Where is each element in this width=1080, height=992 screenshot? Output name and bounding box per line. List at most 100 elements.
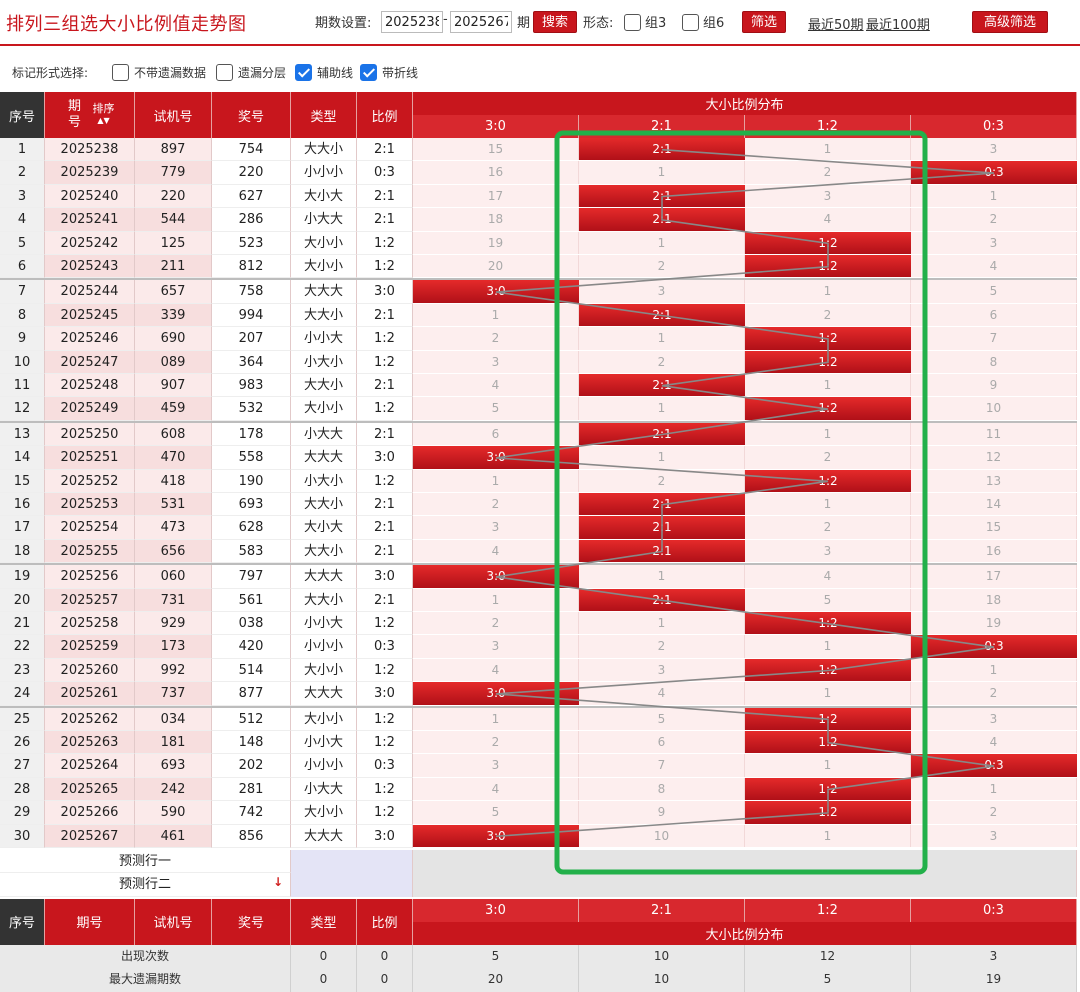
dist-miss-cell: 8 bbox=[579, 777, 745, 801]
row-period: 2025248 bbox=[45, 374, 135, 398]
dist-miss-cell: 1 bbox=[745, 138, 911, 161]
row-ratio: 1:2 bbox=[357, 801, 413, 825]
row-type: 大大小 bbox=[291, 138, 357, 162]
dist-miss-cell: 1 bbox=[911, 777, 1077, 801]
row-seq: 6 bbox=[0, 255, 45, 279]
row-period: 2025252 bbox=[45, 469, 135, 493]
row-ratio: 0:3 bbox=[357, 754, 413, 778]
header-period-label: 期号 bbox=[67, 99, 81, 130]
dist-hit-cell: 0:3 bbox=[911, 635, 1077, 658]
dist-hit-cell: 1:2 bbox=[745, 731, 911, 754]
row-type: 大大大 bbox=[291, 682, 357, 706]
dist-hit-cell: 0:3 bbox=[911, 161, 1077, 184]
row-seq: 28 bbox=[0, 777, 45, 802]
row-trial: 608 bbox=[135, 422, 212, 447]
dist-hit-cell: 2:1 bbox=[579, 493, 745, 516]
row-ratio: 2:1 bbox=[357, 374, 413, 398]
stat-value: 5 bbox=[413, 944, 579, 969]
row-type: 大小大 bbox=[291, 184, 357, 209]
row-period: 2025263 bbox=[45, 731, 135, 755]
dist-hit-cell: 2:1 bbox=[579, 422, 745, 446]
dist-hit-cell: 1:2 bbox=[745, 397, 911, 420]
row-period: 2025258 bbox=[45, 612, 135, 636]
dist-miss-cell: 7 bbox=[579, 754, 745, 777]
row-type: 小小小 bbox=[291, 161, 357, 185]
row-type: 大小小 bbox=[291, 707, 357, 731]
row-period: 2025256 bbox=[45, 565, 135, 589]
dist-miss-cell: 4 bbox=[579, 682, 745, 705]
row-trial: 897 bbox=[135, 138, 212, 162]
row-award: 627 bbox=[212, 184, 291, 209]
row-seq: 25 bbox=[0, 707, 45, 731]
dist-miss-cell: 2 bbox=[413, 327, 579, 350]
dist-miss-cell: 17 bbox=[911, 565, 1077, 588]
dist-miss-cell: 1 bbox=[911, 658, 1077, 682]
predict-row-2-input[interactable] bbox=[291, 873, 413, 897]
header-seq: 序号 bbox=[0, 92, 45, 138]
footer-header-dist-col: 3:0 bbox=[413, 898, 579, 922]
dist-miss-cell: 2 bbox=[413, 612, 579, 635]
row-ratio: 3:0 bbox=[357, 565, 413, 589]
row-ratio: 2:1 bbox=[357, 516, 413, 540]
row-seq: 5 bbox=[0, 231, 45, 255]
footer-header-trial: 试机号 bbox=[135, 898, 212, 945]
row-type: 小大大 bbox=[291, 777, 357, 802]
dist-miss-cell: 1 bbox=[745, 824, 911, 847]
dist-miss-cell: 16 bbox=[413, 161, 579, 184]
row-ratio: 2:1 bbox=[357, 422, 413, 447]
row-trial: 657 bbox=[135, 280, 212, 304]
row-award: 038 bbox=[212, 612, 291, 636]
row-trial: 242 bbox=[135, 777, 212, 802]
row-seq: 12 bbox=[0, 397, 45, 421]
row-type: 小小小 bbox=[291, 754, 357, 778]
row-award: 220 bbox=[212, 161, 291, 185]
row-type: 小小大 bbox=[291, 327, 357, 351]
arrow-down-icon[interactable]: ↓ bbox=[273, 875, 283, 889]
row-trial: 461 bbox=[135, 824, 212, 848]
dist-miss-cell: 12 bbox=[911, 446, 1077, 469]
row-type: 小大大 bbox=[291, 208, 357, 232]
predict-row-1-input[interactable] bbox=[291, 850, 413, 874]
row-seq: 11 bbox=[0, 374, 45, 398]
row-seq: 23 bbox=[0, 658, 45, 683]
header-dist-col: 0:3 bbox=[911, 115, 1077, 138]
dist-miss-cell: 20 bbox=[413, 255, 579, 278]
sort-button[interactable]: 排序 ▲▼ bbox=[93, 103, 115, 127]
row-ratio: 1:2 bbox=[357, 707, 413, 731]
row-ratio: 1:2 bbox=[357, 350, 413, 374]
dist-miss-cell: 1 bbox=[579, 612, 745, 635]
row-type: 大大大 bbox=[291, 280, 357, 304]
row-period: 2025244 bbox=[45, 280, 135, 304]
row-award: 178 bbox=[212, 422, 291, 447]
dist-miss-cell: 1 bbox=[745, 493, 911, 516]
dist-miss-cell: 7 bbox=[911, 327, 1077, 350]
row-award: 420 bbox=[212, 635, 291, 659]
row-ratio: 2:1 bbox=[357, 184, 413, 209]
dist-hit-cell: 3:0 bbox=[413, 824, 579, 847]
row-trial: 181 bbox=[135, 731, 212, 755]
dist-miss-cell: 14 bbox=[911, 493, 1077, 516]
row-period: 2025264 bbox=[45, 754, 135, 778]
dist-hit-cell: 2:1 bbox=[579, 303, 745, 327]
dist-miss-cell: 18 bbox=[413, 208, 579, 231]
row-ratio: 0:3 bbox=[357, 635, 413, 659]
row-award: 281 bbox=[212, 777, 291, 802]
row-period: 2025257 bbox=[45, 588, 135, 612]
dist-miss-cell: 2 bbox=[579, 635, 745, 658]
row-award: 523 bbox=[212, 231, 291, 255]
predict-row-1-area[interactable] bbox=[413, 850, 1077, 874]
row-award: 758 bbox=[212, 280, 291, 304]
dist-miss-cell: 4 bbox=[413, 777, 579, 801]
dist-miss-cell: 1 bbox=[579, 161, 745, 184]
dist-miss-cell: 19 bbox=[413, 231, 579, 254]
row-seq: 13 bbox=[0, 422, 45, 447]
dist-miss-cell: 3 bbox=[413, 635, 579, 658]
row-trial: 907 bbox=[135, 374, 212, 398]
dist-miss-cell: 13 bbox=[911, 469, 1077, 492]
dist-miss-cell: 2 bbox=[745, 161, 911, 184]
dist-hit-cell: 2:1 bbox=[579, 539, 745, 563]
dist-miss-cell: 1 bbox=[745, 682, 911, 705]
predict-row-2-area[interactable] bbox=[413, 873, 1077, 897]
row-seq: 4 bbox=[0, 208, 45, 232]
row-trial: 473 bbox=[135, 516, 212, 540]
